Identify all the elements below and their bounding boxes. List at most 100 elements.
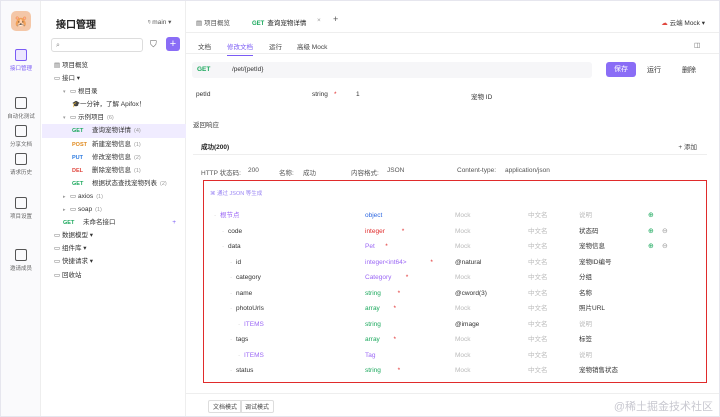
environment-selector[interactable]: ☁ 云端 Mock ▾ — [661, 17, 705, 27]
field-desc[interactable]: 宠物ID编号 — [579, 255, 612, 270]
name-value[interactable]: 成功 — [303, 167, 316, 177]
required-marker[interactable]: * — [402, 224, 405, 239]
field-desc[interactable]: 状态码 — [579, 224, 599, 239]
nav-request-history[interactable]: 请求历史 — [1, 153, 41, 176]
generate-from-json-link[interactable]: ⌘ 通过 JSON 等生成 — [210, 189, 262, 197]
field-type[interactable]: integer — [365, 224, 385, 239]
field-name[interactable]: id — [236, 255, 241, 270]
field-desc[interactable]: 宠物销售状态 — [579, 363, 618, 378]
remove-field-icon[interactable]: ⊖ — [662, 227, 668, 235]
field-desc[interactable]: 宠物信息 — [579, 239, 605, 254]
drag-handle-icon[interactable]: · — [238, 317, 240, 332]
search-input[interactable]: ⌕ — [51, 38, 143, 52]
param-type[interactable]: string — [312, 91, 328, 98]
chevron-icon[interactable]: ▾ — [63, 112, 70, 125]
schema-row[interactable]: · tags array * Mock 中文名 标签 — [204, 332, 704, 348]
field-name[interactable]: ITEMS — [244, 348, 264, 363]
field-desc[interactable]: 标签 — [579, 332, 592, 347]
nav-invite-members[interactable]: 邀请成员 — [1, 249, 41, 272]
nav-project-settings[interactable]: 项目设置 — [1, 197, 41, 220]
field-desc[interactable]: 说明 — [579, 208, 592, 223]
drag-handle-icon[interactable]: · — [230, 270, 232, 285]
field-name[interactable]: 根节点 — [220, 208, 240, 223]
field-name[interactable]: ITEMS — [244, 317, 264, 332]
field-cn-name[interactable]: 中文名 — [528, 332, 548, 347]
drag-handle-icon[interactable]: · — [214, 208, 216, 223]
drag-handle-icon[interactable]: · — [238, 348, 240, 363]
field-type[interactable]: array — [365, 301, 380, 316]
field-mock[interactable]: @natural — [455, 255, 481, 270]
field-mock[interactable]: Mock — [455, 224, 471, 239]
drag-handle-icon[interactable]: · — [230, 301, 232, 316]
add-field-icon[interactable]: ⊕ — [648, 227, 654, 235]
tree-item[interactable]: ▭ 组件库 ▾ — [42, 242, 186, 255]
close-tab-icon[interactable]: × — [317, 17, 321, 24]
required-marker[interactable]: * — [406, 270, 409, 285]
add-field-icon[interactable]: ⊕ — [648, 242, 654, 250]
add-field-icon[interactable]: ⊕ — [648, 211, 654, 219]
field-name[interactable]: status — [236, 363, 253, 378]
drag-handle-icon[interactable]: · — [230, 363, 232, 378]
field-type[interactable]: array — [365, 332, 380, 347]
required-marker[interactable]: * — [398, 363, 401, 378]
field-mock[interactable]: Mock — [455, 301, 471, 316]
field-name[interactable]: name — [236, 286, 252, 301]
drag-handle-icon[interactable]: · — [230, 255, 232, 270]
field-name[interactable]: photoUrls — [236, 301, 264, 316]
status-value[interactable]: 200 — [248, 167, 259, 174]
subtab-doc[interactable]: 文档 — [198, 41, 211, 51]
subtab-run[interactable]: 运行 — [269, 41, 282, 51]
remove-field-icon[interactable]: ⊖ — [662, 242, 668, 250]
filter-icon[interactable]: ⛉ — [150, 39, 157, 50]
delete-button[interactable]: 删除 — [682, 65, 696, 75]
tree-item[interactable]: ▭ 数据模型 ▾ — [42, 229, 186, 242]
drag-handle-icon[interactable]: · — [230, 286, 232, 301]
tree-item[interactable]: ▭ 回收站 — [42, 269, 186, 282]
param-value[interactable]: 1 — [356, 91, 360, 98]
field-mock[interactable]: Mock — [455, 332, 471, 347]
schema-row[interactable]: · ITEMS string @image 中文名 说明 — [204, 317, 704, 333]
field-mock[interactable]: Mock — [455, 208, 471, 223]
debug-mode-button[interactable]: 调试模式 — [240, 400, 275, 413]
field-cn-name[interactable]: 中文名 — [528, 270, 548, 285]
schema-row[interactable]: · id integer<int64> * @natural 中文名 宠物ID编号 — [204, 255, 704, 271]
chevron-icon[interactable]: ▸ — [63, 204, 70, 217]
panel-toggle-icon[interactable]: ◫ — [694, 41, 700, 49]
subtab-advanced-mock[interactable]: 高级 Mock — [297, 41, 327, 51]
field-cn-name[interactable]: 中文名 — [528, 224, 548, 239]
field-type[interactable]: integer<int64> — [365, 255, 407, 270]
doc-mode-button[interactable]: 文档模式 — [208, 400, 243, 413]
field-desc[interactable]: 照片URL — [579, 301, 605, 316]
field-type[interactable]: string — [365, 317, 381, 332]
tree-item[interactable]: PUT 修改宠物信息 (2) — [42, 151, 186, 164]
response-tab-200[interactable]: 成功(200) — [201, 141, 229, 151]
tree-item[interactable]: ▾ ▭ 根目录 — [42, 85, 186, 98]
chevron-icon[interactable]: ▸ — [63, 191, 70, 204]
schema-row[interactable]: · status string * Mock 中文名 宠物销售状态 — [204, 363, 704, 379]
field-type[interactable]: Tag — [365, 348, 375, 363]
required-marker[interactable]: * — [385, 239, 388, 254]
field-type[interactable]: object — [365, 208, 382, 223]
add-response-button[interactable]: + 添加 — [678, 141, 697, 151]
tree-item[interactable]: ▭ 接口 ▾ — [42, 72, 186, 85]
field-cn-name[interactable]: 中文名 — [528, 286, 548, 301]
tree-item[interactable]: ▤ 项目概览 — [42, 59, 186, 72]
field-cn-name[interactable]: 中文名 — [528, 348, 548, 363]
field-name[interactable]: tags — [236, 332, 248, 347]
drag-handle-icon[interactable]: · — [230, 332, 232, 347]
tree-item[interactable]: DEL 删除宠物信息 (1) — [42, 164, 186, 177]
schema-row[interactable]: · code integer * Mock 中文名 状态码 — [204, 224, 704, 240]
method-selector[interactable]: GET — [197, 66, 210, 73]
tree-item[interactable]: GET 查询宠物详情 (4) — [42, 124, 186, 138]
field-type[interactable]: Category — [365, 270, 391, 285]
required-marker[interactable]: * — [394, 301, 397, 316]
field-name[interactable]: code — [228, 224, 242, 239]
tree-item[interactable]: GET 未命名接口 + — [42, 216, 186, 229]
nav-auto-test[interactable]: 自动化测试 — [1, 97, 41, 120]
tree-item[interactable]: ▾ ▭ 示例项目 (6) — [42, 111, 186, 124]
format-select[interactable]: JSON — [387, 167, 404, 174]
param-desc[interactable]: 宠物 ID — [471, 91, 492, 101]
param-required[interactable]: * — [334, 91, 337, 98]
tab-project-overview[interactable]: ▤ 项目概览 — [196, 17, 230, 27]
new-tab-button[interactable]: + — [333, 14, 338, 24]
